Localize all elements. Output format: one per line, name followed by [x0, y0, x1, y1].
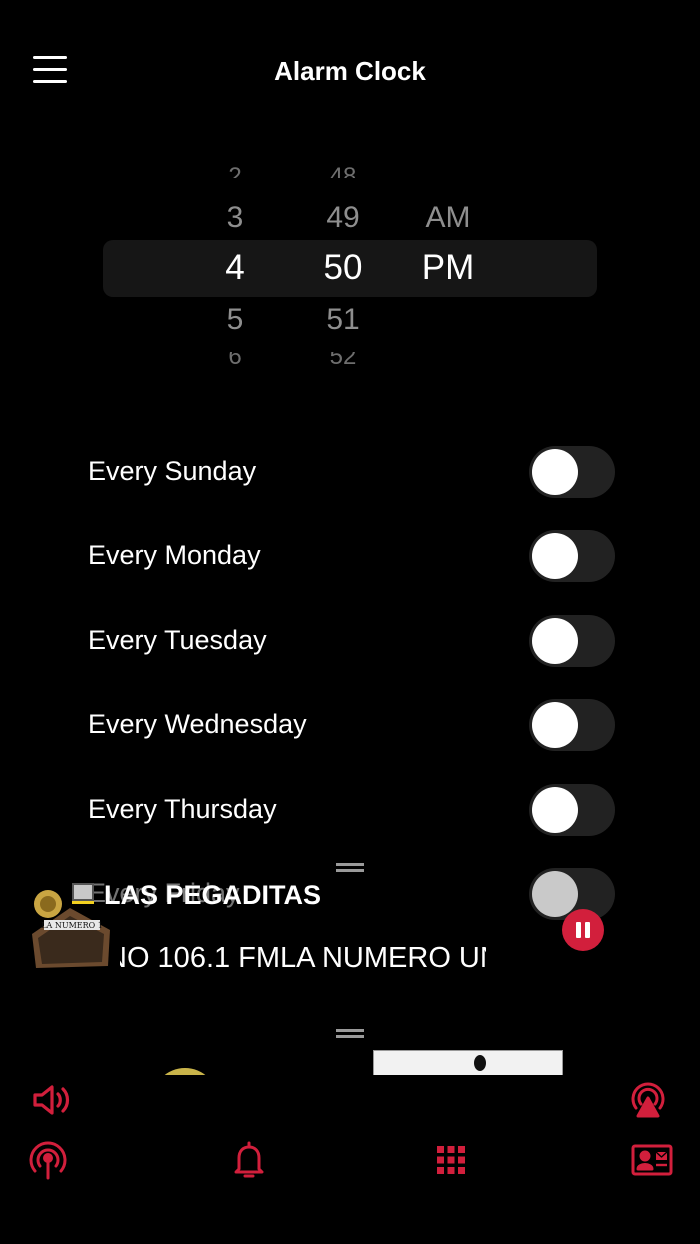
player-drag-handle[interactable]: [336, 863, 364, 872]
picker-minute-option[interactable]: 51: [303, 302, 383, 338]
volume-icon[interactable]: [30, 1078, 74, 1122]
station-logo-text: LA NUMERO 1: [41, 921, 103, 930]
wednesday-toggle[interactable]: [529, 699, 615, 751]
day-row-monday: Every Monday: [0, 526, 700, 586]
page-title: Alarm Clock: [274, 56, 426, 86]
toggle-knob: [532, 449, 578, 495]
picker-hour-option[interactable]: 6: [195, 352, 275, 366]
picker-hour-option[interactable]: 2: [195, 160, 275, 178]
station-name-text: NO 106.1 FMLA NUMERO UNO: [120, 942, 486, 974]
day-row-tuesday: Every Tuesday: [0, 611, 700, 671]
station-thumbnail[interactable]: [152, 1068, 218, 1075]
day-label: Every Monday: [88, 540, 261, 570]
picker-period-selected[interactable]: PM: [398, 248, 498, 288]
pause-button[interactable]: [562, 909, 604, 951]
day-label: Every Wednesday: [88, 709, 307, 739]
toggle-knob: [532, 533, 578, 579]
day-label: Every Thursday: [88, 794, 277, 824]
picker-hour-option[interactable]: 3: [195, 200, 275, 236]
station-thumbnail[interactable]: [373, 1050, 563, 1075]
sunday-toggle[interactable]: [529, 446, 615, 498]
toggle-knob: [532, 871, 578, 917]
pause-icon: [585, 922, 590, 938]
thursday-toggle[interactable]: [529, 784, 615, 836]
podcast-icon[interactable]: [626, 1078, 670, 1122]
day-row-thursday: Every Thursday: [0, 780, 700, 840]
toggle-knob: [532, 787, 578, 833]
contact-card-icon[interactable]: [630, 1138, 674, 1182]
toggle-knob: [532, 618, 578, 664]
time-picker[interactable]: 2 3 4 5 6 48 49 50 51 52 AM PM: [0, 160, 700, 380]
alarm-bell-icon[interactable]: [227, 1138, 271, 1182]
day-row-sunday: Every Sunday: [0, 442, 700, 502]
grid-icon[interactable]: [429, 1138, 473, 1182]
picker-minute-option[interactable]: 52: [303, 352, 383, 366]
thumbnail-strip: [0, 1048, 700, 1075]
pause-icon: [576, 922, 581, 938]
track-title-text: LAS PEGADITAS: [104, 880, 322, 910]
day-label: Every Tuesday: [88, 625, 267, 655]
monday-toggle[interactable]: [529, 530, 615, 582]
tuesday-toggle[interactable]: [529, 615, 615, 667]
picker-minute-selected[interactable]: 50: [303, 248, 383, 288]
station-marquee: NO 106.1 FMLA NUMERO UNO: [120, 942, 486, 975]
picker-hour-selected[interactable]: 4: [195, 248, 275, 288]
picker-minute-option[interactable]: 48: [303, 160, 383, 178]
day-label: Every Sunday: [88, 456, 257, 486]
now-playing-title: LAS PEGADITAS: [72, 880, 321, 911]
radio-icon[interactable]: [26, 1138, 70, 1182]
header: Alarm Clock: [0, 40, 700, 104]
picker-minute-option[interactable]: 49: [303, 200, 383, 236]
picker-hour-option[interactable]: 5: [195, 302, 275, 338]
picker-period-option[interactable]: AM: [398, 200, 498, 236]
day-row-wednesday: Every Wednesday: [0, 695, 700, 755]
toggle-knob: [532, 702, 578, 748]
player-drag-handle[interactable]: [336, 1029, 364, 1038]
artwork-thumbnail-icon: [72, 883, 94, 901]
